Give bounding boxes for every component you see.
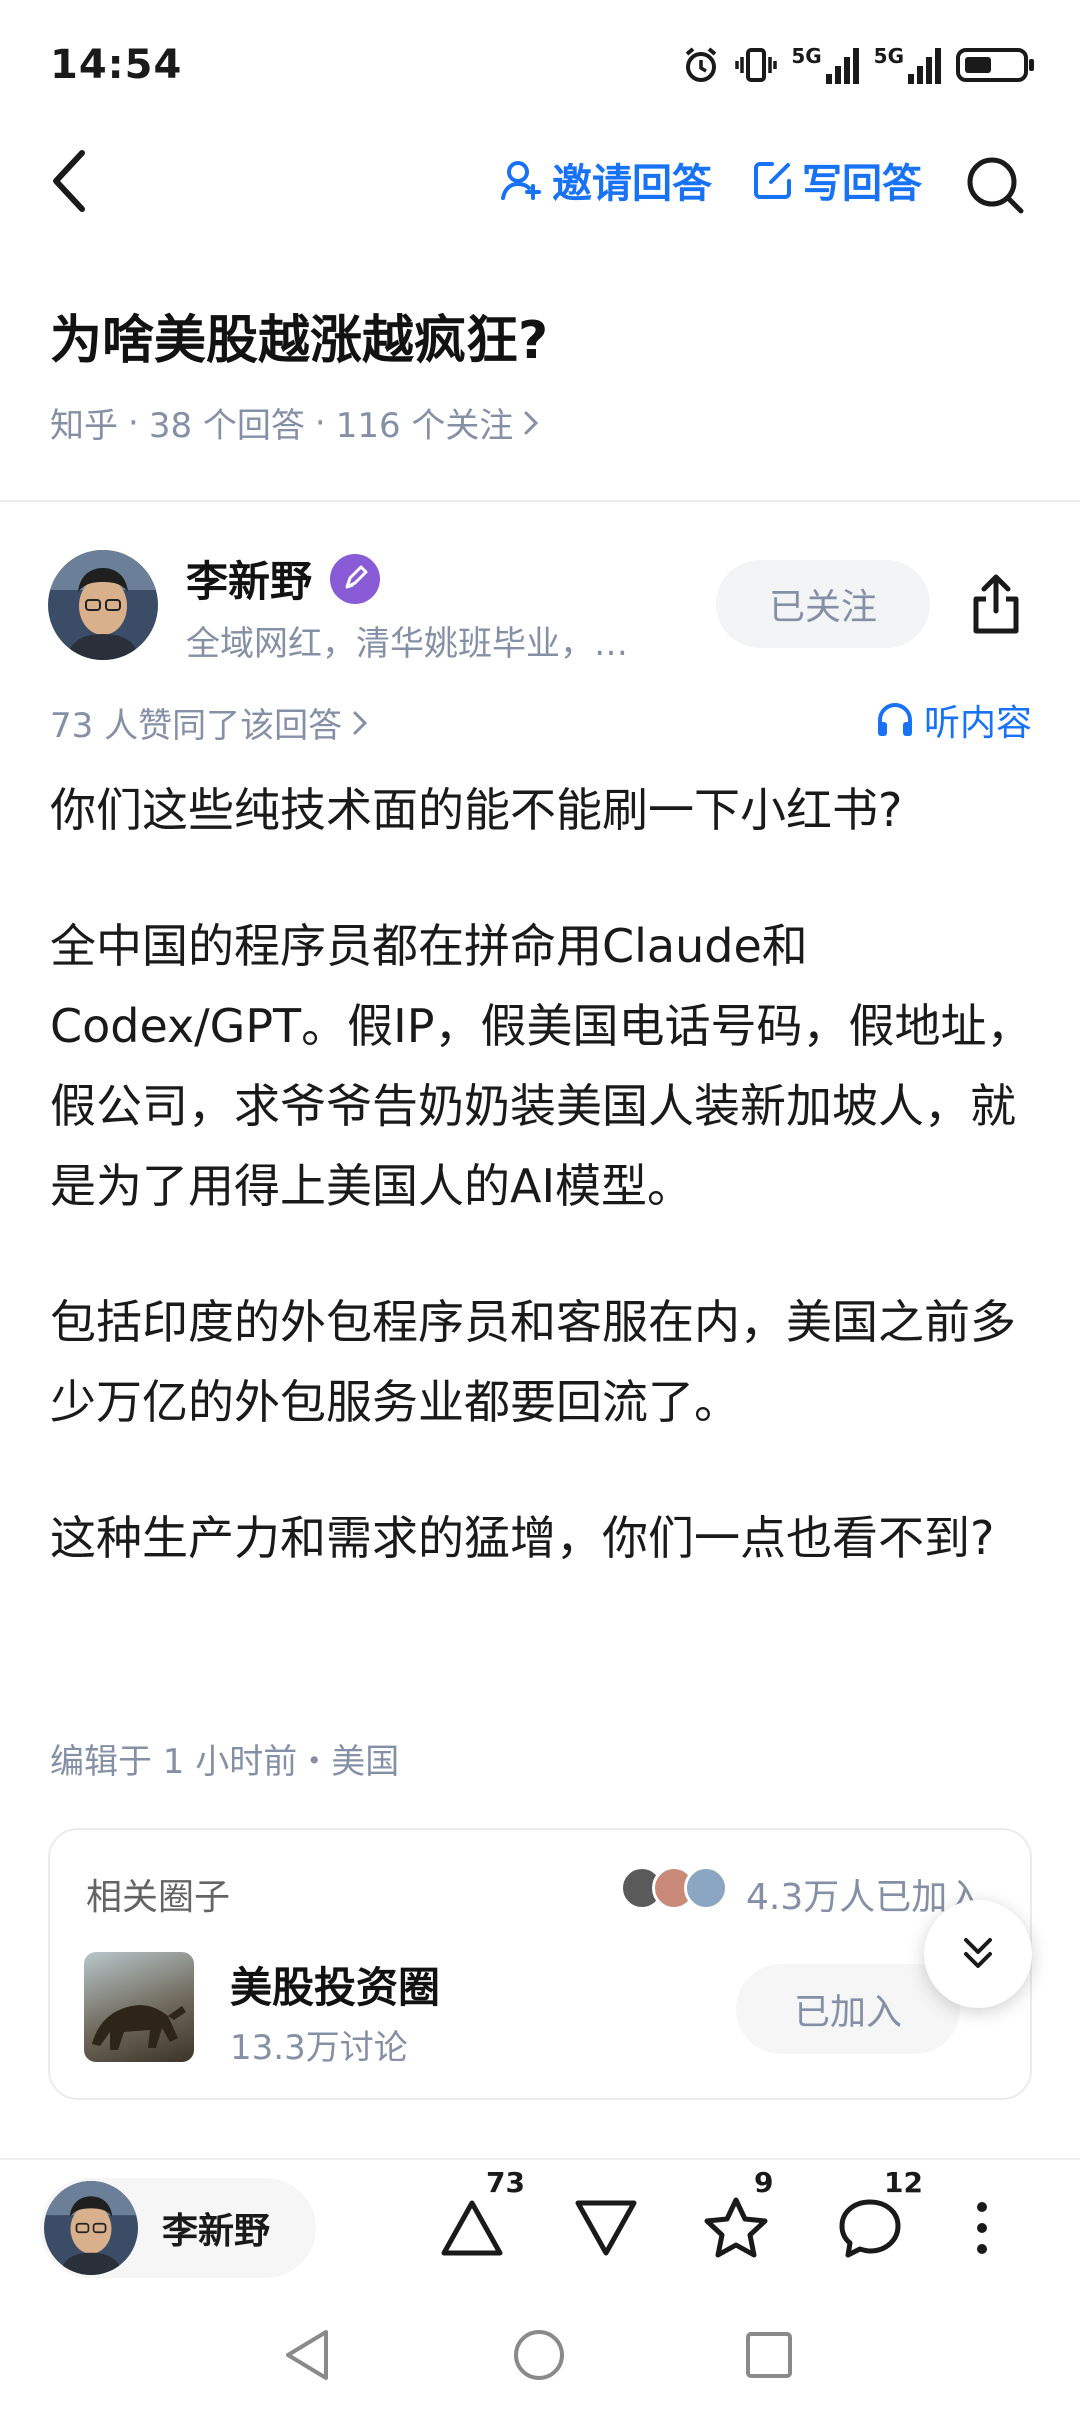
- downvote-button[interactable]: [566, 2188, 646, 2268]
- back-icon: [53, 150, 85, 212]
- bottom-action-bar: 李新野 73 9 12: [0, 2158, 1080, 2288]
- answer-body: 你们这些纯技术面的能不能刷一下小红书? 全中国的程序员都在拼命用Claude和C…: [50, 770, 1040, 1634]
- comment-icon: [839, 2199, 901, 2258]
- write-answer-label: 写回答: [802, 161, 922, 207]
- upvote-icon: [441, 2200, 503, 2256]
- author-name: 李新野: [186, 557, 313, 606]
- collapse-button[interactable]: [924, 1900, 1032, 2008]
- share-button[interactable]: [960, 568, 1032, 640]
- edit-icon: [754, 162, 791, 199]
- section-divider: [0, 500, 1080, 502]
- signal-2: 5G: [874, 46, 942, 84]
- author-bio: 全域网红，清华姚班毕业，…: [186, 624, 628, 664]
- write-answer-button[interactable]: 写回答: [752, 152, 922, 208]
- more-button[interactable]: [942, 2188, 1022, 2268]
- back-button[interactable]: [40, 146, 100, 216]
- search-button[interactable]: [960, 150, 1030, 220]
- circle-name: 美股投资圈: [230, 1963, 441, 2012]
- signal-bars-icon: [825, 48, 859, 84]
- status-icons: 5G 5G: [681, 40, 1036, 90]
- nav-home-button[interactable]: [504, 2320, 574, 2390]
- joined-button[interactable]: 已加入: [736, 1964, 960, 2054]
- favorite-button[interactable]: [696, 2188, 776, 2268]
- chevron-right-icon: [353, 711, 368, 734]
- follow-button[interactable]: 已关注: [716, 560, 930, 648]
- circle-discussions: 13.3万讨论: [230, 2028, 408, 2068]
- nav-back-icon: [286, 2330, 328, 2380]
- comment-button[interactable]: [830, 2188, 910, 2268]
- author-pill[interactable]: 李新野: [40, 2178, 316, 2278]
- battery-icon: [956, 48, 1034, 82]
- avatar-image: [48, 550, 158, 660]
- favorite-count: 9: [754, 2166, 774, 2199]
- more-icon: [977, 2202, 987, 2254]
- chevron-right-icon: [524, 411, 539, 434]
- collapse-icon: [964, 1938, 992, 1968]
- top-nav: 邀请回答 写回答: [0, 130, 1080, 230]
- search-icon: [967, 157, 1024, 214]
- vibrate-icon: [735, 48, 778, 82]
- likes-text: 73 人赞同了该回答: [50, 706, 343, 746]
- author-avatar-small: [44, 2181, 138, 2275]
- comment-count: 12: [884, 2166, 923, 2199]
- related-circle-card[interactable]: 相关圈子 4.3万人已加入 美股投资圈 13.3万讨论 已加入: [48, 1828, 1032, 2100]
- upvote-count: 73: [486, 2166, 525, 2199]
- share-icon: [973, 574, 1019, 634]
- signal-1: 5G: [791, 46, 859, 84]
- answer-paragraph: 包括印度的外包程序员和客服在内，美国之前多少万亿的外包服务业都要回流了。: [50, 1295, 1016, 1429]
- answer-paragraph: 你们这些纯技术面的能不能刷一下小红书?: [50, 783, 903, 837]
- member-avatar: [684, 1866, 728, 1910]
- answer-paragraph: 这种生产力和需求的猛增，你们一点也看不到?: [50, 1511, 995, 1565]
- downvote-icon: [575, 2200, 637, 2256]
- circle-image: [84, 1952, 194, 2062]
- system-nav-bar: [0, 2300, 1080, 2412]
- question-meta[interactable]: 知乎 · 38 个回答 · 116 个关注: [50, 398, 539, 447]
- member-avatars: [620, 1866, 728, 1910]
- question-source: 知乎: [50, 406, 118, 446]
- nav-recents-icon: [746, 2332, 792, 2378]
- invite-answer-label: 邀请回答: [552, 161, 712, 207]
- edit-meta: 编辑于 1 小时前・美国: [50, 1742, 400, 1782]
- author-name-row[interactable]: 李新野: [186, 548, 381, 609]
- listen-button[interactable]: 听内容: [876, 694, 1032, 746]
- likes-summary[interactable]: 73 人赞同了该回答: [50, 698, 368, 747]
- status-time: 14:54: [50, 42, 183, 88]
- upvote-button[interactable]: [432, 2188, 512, 2268]
- invite-answer-button[interactable]: 邀请回答: [500, 152, 712, 208]
- invite-icon: [501, 161, 541, 200]
- author-avatar[interactable]: [48, 550, 158, 660]
- signal-bars-icon: [908, 48, 941, 84]
- meta-dot: ·: [128, 402, 139, 443]
- status-bar: 14:54 5G 5G: [0, 0, 1080, 130]
- follower-count: 116 个关注: [335, 406, 514, 446]
- answer-count: 38 个回答: [148, 406, 305, 446]
- meta-dot: ·: [314, 402, 326, 443]
- circle-section-label: 相关圈子: [86, 1877, 231, 1918]
- listen-label: 听内容: [923, 703, 1032, 744]
- nav-home-icon: [514, 2330, 564, 2380]
- answer-paragraph: 全中国的程序员都在拼命用Claude和Codex/GPT。假IP，假美国电话号码…: [50, 919, 1033, 1213]
- headphones-icon: [877, 703, 912, 736]
- verified-badge-icon: [330, 553, 381, 604]
- alarm-icon: [686, 47, 717, 82]
- question-title[interactable]: 为啥美股越涨越疯狂?: [50, 298, 548, 373]
- star-icon: [704, 2197, 768, 2258]
- nav-recents-button[interactable]: [734, 2320, 804, 2390]
- pill-author-name: 李新野: [162, 2211, 271, 2252]
- nav-back-button[interactable]: [272, 2320, 342, 2390]
